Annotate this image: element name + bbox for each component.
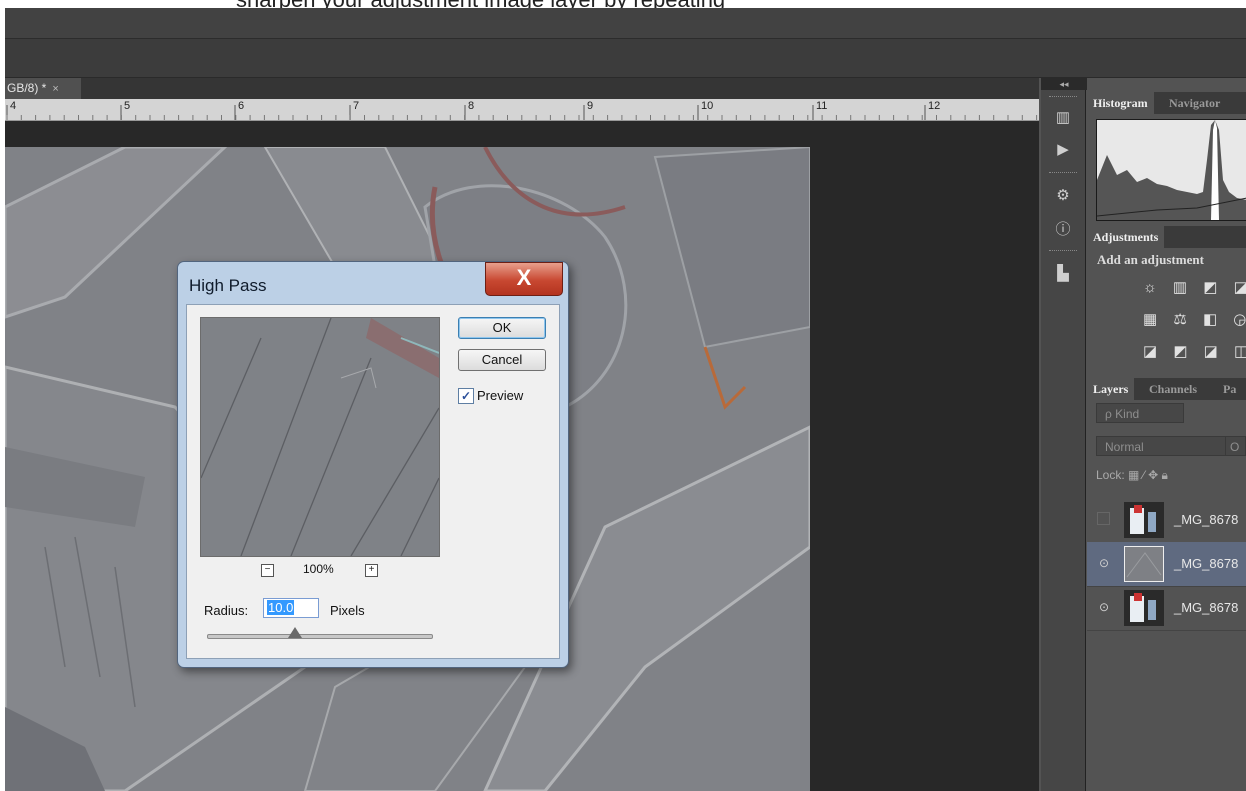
blend-mode-select[interactable]: Normal <box>1096 436 1234 456</box>
layer-name: _MG_8678 <box>1174 600 1239 615</box>
actions-play-icon[interactable]: ▶ <box>1049 138 1077 162</box>
radius-slider-thumb[interactable] <box>288 627 302 638</box>
layer-name: _MG_8678 <box>1174 556 1239 571</box>
collapsed-panel-dock: ▥ ▶ ⚙ ⓘ ▙ <box>1041 90 1086 791</box>
adjustment-icons-row[interactable]: ▦ ⚖ ◧ ◶ <box>1143 310 1246 330</box>
ruler-label: 6 <box>238 100 245 112</box>
cancel-button[interactable]: Cancel <box>458 349 546 371</box>
visibility-toggle-off[interactable] <box>1097 512 1110 525</box>
histogram-plot <box>1097 120 1246 220</box>
close-icon[interactable]: X <box>485 262 563 296</box>
slide-caption-text: sharpen your adjustment image layer by r… <box>236 0 725 8</box>
dock-grip[interactable] <box>1049 250 1077 253</box>
histogram-tab-bar: Histogram Navigator <box>1087 92 1246 114</box>
radius-slider-track[interactable] <box>207 634 433 639</box>
layer-row[interactable]: _MG_8678 <box>1087 498 1246 543</box>
preview-image <box>201 318 439 556</box>
tab-layers[interactable]: Layers <box>1087 378 1135 400</box>
dock-grip[interactable] <box>1049 172 1077 175</box>
lock-row: Lock: ▦ ⁄ ✥ 🔒︎ <box>1096 468 1168 483</box>
layer-thumbnail <box>1124 502 1164 538</box>
history-icon[interactable]: ▥ <box>1049 106 1077 130</box>
document-tab[interactable]: GB/8) * × <box>5 78 81 99</box>
lock-label: Lock: <box>1096 468 1125 482</box>
adjustment-icons-row[interactable]: ☼ ▥ ◩ ◪ <box>1143 278 1246 298</box>
dock-grip[interactable] <box>1049 96 1077 99</box>
layer-row-selected[interactable]: ⊙ _MG_8678 <box>1087 542 1246 587</box>
zoom-in-button[interactable]: + <box>365 564 378 577</box>
ruler-label: 4 <box>10 100 17 112</box>
eye-icon[interactable]: ⊙ <box>1097 600 1111 614</box>
filter-preview-pane[interactable] <box>200 317 440 557</box>
ruler-label: 7 <box>353 100 360 112</box>
tab-adjustments[interactable]: Adjustments <box>1087 226 1165 248</box>
adjustments-tab-bar: Adjustments <box>1087 226 1246 248</box>
slide-caption-strip: sharpen your adjustment image layer by r… <box>0 0 1246 8</box>
layer-thumbnail <box>1124 590 1164 626</box>
document-tab-bar <box>81 78 1039 99</box>
dialog-title: High Pass <box>189 276 267 295</box>
radius-label: Radius: <box>204 603 249 618</box>
preview-checkbox[interactable]: ✓ <box>458 388 474 404</box>
high-pass-dialog: High Pass X OK Cancel ✓ Preview − 100% +… <box>177 261 569 668</box>
ok-button[interactable]: OK <box>458 317 546 339</box>
dialog-body: OK Cancel ✓ Preview − 100% + Radius: 10.… <box>186 304 560 659</box>
info-icon[interactable]: ⓘ <box>1049 218 1077 242</box>
layer-thumbnail <box>1124 546 1164 582</box>
opacity-field[interactable]: O <box>1225 436 1246 456</box>
layers-tab-bar: Layers Channels Pa <box>1087 378 1246 400</box>
document-tab-title: GB/8) * <box>7 81 47 95</box>
tool-options-bar <box>5 39 1246 78</box>
zoom-level: 100% <box>303 562 334 576</box>
ruler-label: 12 <box>928 100 941 112</box>
lock-transparency-icon[interactable]: ▦ <box>1128 468 1139 482</box>
panel-collapse-toggle[interactable]: ◂◂ <box>1041 78 1087 90</box>
units-label: Pixels <box>330 603 365 618</box>
histogram-graph <box>1096 119 1246 221</box>
tab-navigator[interactable]: Navigator <box>1169 92 1220 114</box>
layer-kind-filter[interactable]: ρ Kind <box>1096 403 1184 423</box>
ruler-label: 10 <box>701 100 714 112</box>
layer-name: _MG_8678 <box>1174 512 1239 527</box>
ruler-label: 5 <box>124 100 131 112</box>
radius-value: 10.0 <box>267 600 295 615</box>
tab-paths[interactable]: Pa <box>1223 378 1236 400</box>
ruler-label: 9 <box>587 100 594 112</box>
adjustments-heading: Add an adjustment <box>1097 252 1204 267</box>
layer-row[interactable]: ⊙ _MG_8678 <box>1087 586 1246 631</box>
close-icon[interactable]: × <box>52 83 58 95</box>
lock-brush-icon[interactable]: ⁄ <box>1143 468 1145 482</box>
right-panel-stack: Histogram Navigator Adjustments Add an a… <box>1087 90 1246 791</box>
ruler-label: 8 <box>468 100 475 112</box>
tool-presets-icon[interactable]: ▙ <box>1049 262 1077 286</box>
horizontal-ruler: 4 5 6 7 8 9 10 11 12 <box>5 99 1039 121</box>
zoom-out-button[interactable]: − <box>261 564 274 577</box>
ruler-ticks <box>6 105 1038 120</box>
tab-histogram[interactable]: Histogram <box>1087 92 1154 114</box>
adjustment-icons-row[interactable]: ◪ ◩ ◪ ◫ <box>1143 342 1246 362</box>
eye-icon[interactable]: ⊙ <box>1097 556 1111 570</box>
lock-all-icon[interactable]: 🔒︎ <box>1161 468 1167 482</box>
application-menu-bar <box>5 8 1246 39</box>
tab-channels[interactable]: Channels <box>1149 378 1197 400</box>
properties-icon[interactable]: ⚙ <box>1049 184 1077 208</box>
ruler-label: 11 <box>816 100 828 112</box>
lock-position-icon[interactable]: ✥ <box>1148 468 1158 482</box>
preview-label: Preview <box>477 388 524 403</box>
radius-input[interactable]: 10.0 <box>263 598 319 618</box>
